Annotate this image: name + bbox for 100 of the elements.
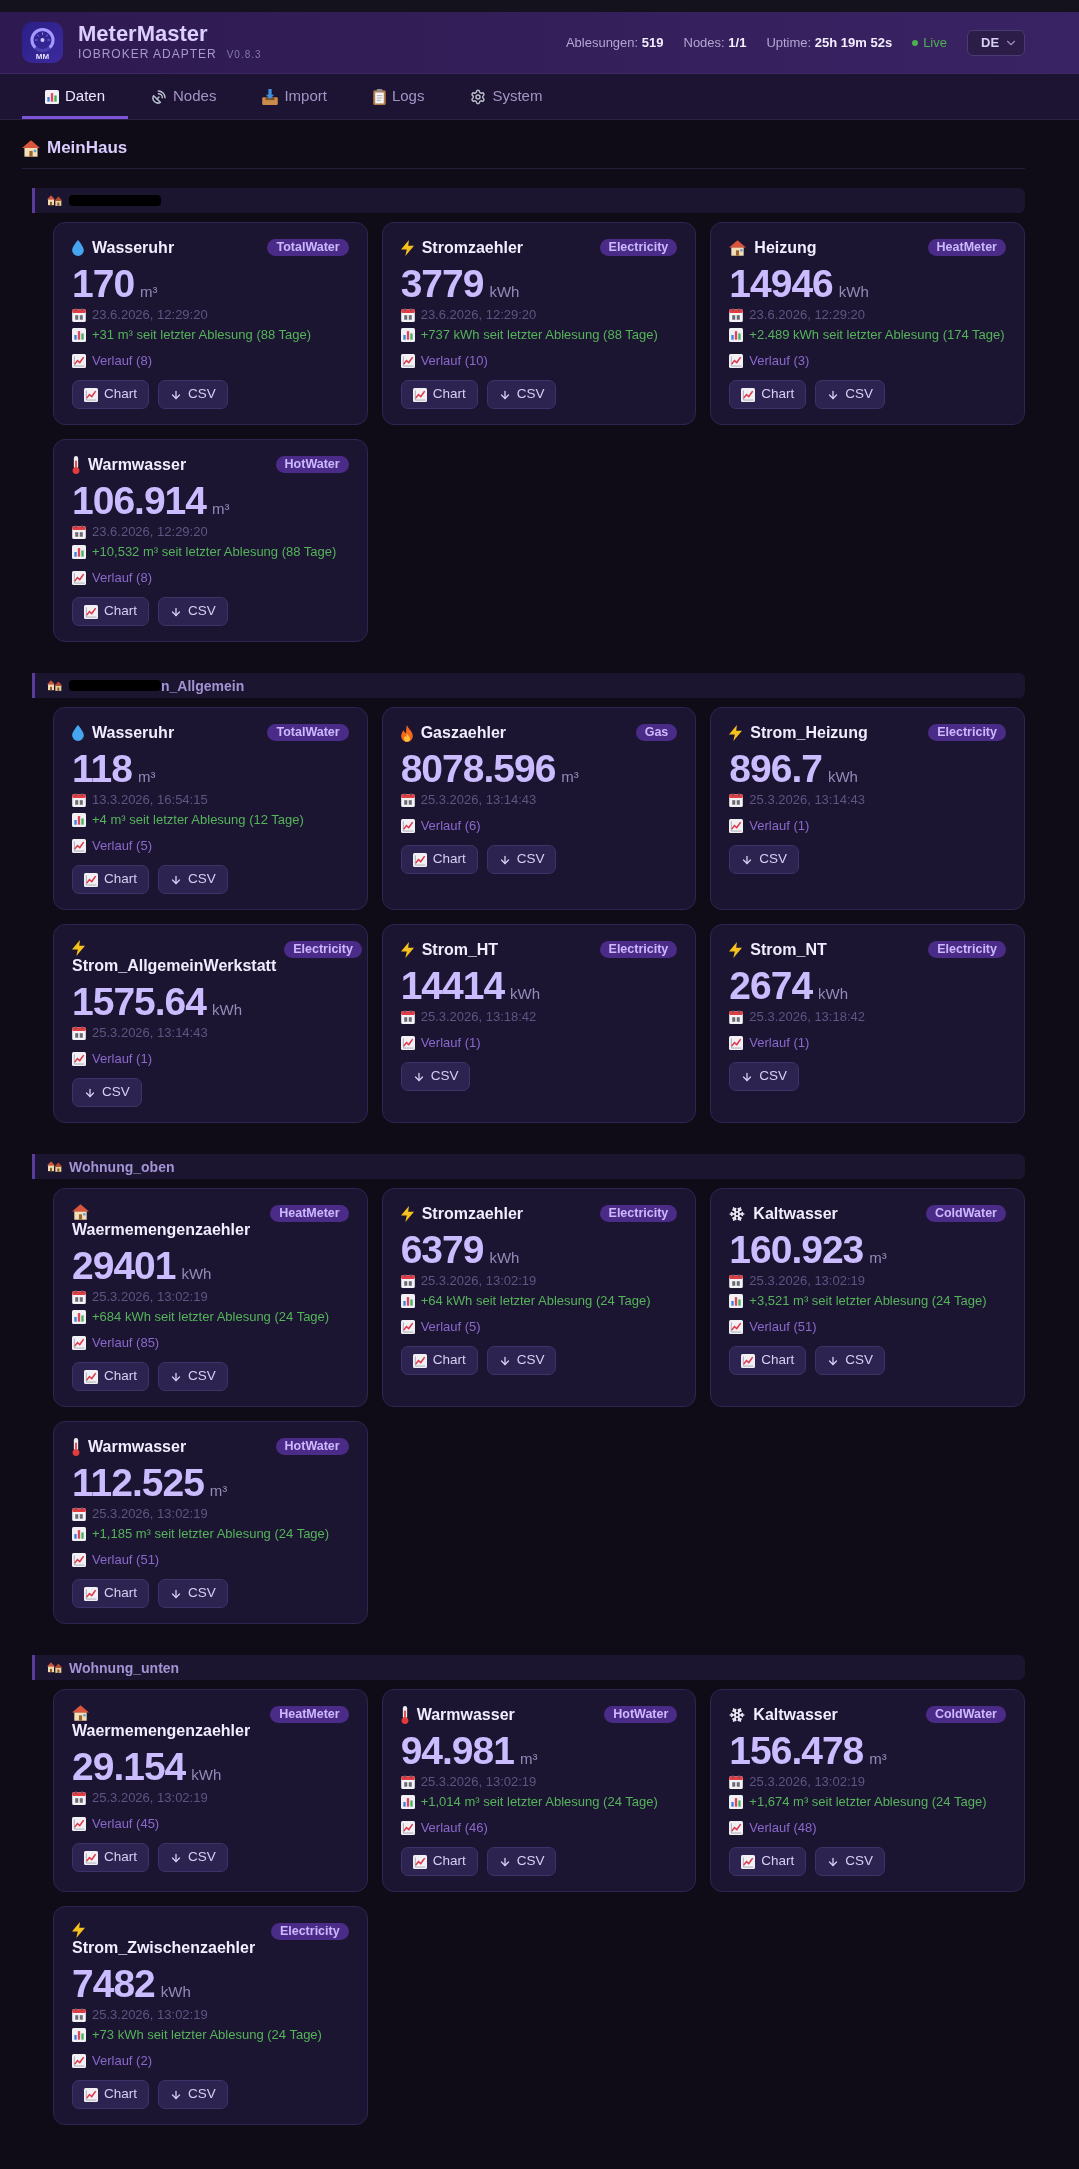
history-link[interactable]: Verlauf (8) (72, 568, 152, 588)
csv-download-button[interactable]: CSV (72, 1078, 142, 1107)
chart-button[interactable]: Chart (729, 1346, 807, 1375)
down-arrow-icon (412, 1070, 425, 1083)
csv-download-button[interactable]: CSV (729, 845, 800, 874)
nav-tab[interactable]: Daten (22, 74, 129, 119)
history-link[interactable]: Verlauf (48) (729, 1818, 817, 1838)
history-link[interactable]: Verlauf (2) (72, 2051, 152, 2071)
csv-download-button[interactable]: CSV (486, 380, 557, 409)
reading-date: 25.3.2026, 13:02:19 (420, 1272, 537, 1291)
down-arrow-icon (170, 2088, 182, 2101)
csv-download-button[interactable]: CSV (158, 865, 228, 894)
history-link[interactable]: Verlauf (3) (729, 351, 810, 371)
app-title: MeterMaster (78, 23, 209, 45)
unit-label: m³ (212, 499, 230, 519)
thermometer-icon (72, 456, 80, 474)
history-link[interactable]: Verlauf (5) (400, 1317, 481, 1337)
history-link[interactable]: Verlauf (85) (72, 1333, 160, 1353)
nav-tab[interactable]: Logs (349, 74, 448, 119)
history-link[interactable]: Verlauf (5) (72, 836, 152, 856)
chart-button[interactable]: Chart (729, 1847, 807, 1876)
history-link[interactable]: Verlauf (51) (729, 1317, 817, 1337)
chart-button[interactable]: Chart (400, 1346, 478, 1375)
reading-date: 25.3.2026, 13:14:43 (749, 791, 865, 810)
csv-download-button[interactable]: CSV (158, 1579, 228, 1608)
down-arrow-icon (170, 1851, 182, 1864)
reading-date: 23.6.2026, 12:29:20 (92, 523, 208, 542)
history-link[interactable]: Verlauf (8) (72, 351, 152, 371)
history-link[interactable]: Verlauf (1) (72, 1049, 152, 1069)
calendar-icon (729, 308, 744, 322)
language-select[interactable]: DE (967, 29, 1025, 56)
page-title: MeinHaus (47, 137, 128, 159)
meter-name: Stromzaehler (421, 1204, 524, 1224)
csv-download-button[interactable]: CSV (400, 1062, 471, 1091)
trend-chart-icon (400, 819, 415, 833)
csv-download-button[interactable]: CSV (815, 380, 886, 409)
csv-download-button[interactable]: CSV (729, 1062, 800, 1091)
houses-icon (47, 1662, 63, 1673)
csv-download-button[interactable]: CSV (158, 1362, 228, 1391)
chart-button[interactable]: Chart (400, 845, 478, 874)
csv-download-button[interactable]: CSV (815, 1346, 886, 1375)
nav-tab[interactable]: Import (239, 74, 350, 119)
trend-chart-icon (72, 1336, 86, 1350)
history-link[interactable]: Verlauf (51) (72, 1550, 160, 1570)
csv-download-button[interactable]: CSV (815, 1847, 886, 1876)
history-link[interactable]: Verlauf (10) (400, 351, 488, 371)
bar-chart-icon (45, 89, 59, 104)
snowflake-icon (729, 1707, 746, 1723)
csv-download-button[interactable]: CSV (486, 845, 557, 874)
chart-button[interactable]: Chart (72, 1843, 149, 1872)
csv-download-button[interactable]: CSV (486, 1346, 557, 1375)
history-link[interactable]: Verlauf (45) (72, 1814, 160, 1834)
chart-button[interactable]: Chart (72, 2080, 149, 2109)
chart-button[interactable]: Chart (729, 380, 807, 409)
consumption-delta: +1,674 m³ seit letzter Ablesung (24 Tage) (749, 1793, 987, 1812)
csv-download-button[interactable]: CSV (158, 2080, 228, 2109)
unit-label: kWh (489, 1248, 520, 1268)
chart-button[interactable]: Chart (72, 1579, 149, 1608)
calendar-icon (72, 1791, 86, 1805)
chart-button[interactable]: Chart (72, 597, 149, 626)
csv-download-button[interactable]: CSV (158, 597, 228, 626)
history-link[interactable]: Verlauf (1) (729, 816, 810, 836)
reading-date: 25.3.2026, 13:02:19 (92, 1288, 208, 1307)
csv-download-button[interactable]: CSV (158, 380, 228, 409)
history-link[interactable]: Verlauf (46) (400, 1818, 488, 1838)
lightning-bolt-icon (729, 725, 743, 741)
trend-chart-icon (729, 1320, 744, 1334)
history-link[interactable]: Verlauf (1) (729, 1033, 810, 1053)
chart-button[interactable]: Chart (400, 380, 478, 409)
meter-name: Strom_HT (421, 940, 499, 960)
csv-download-button[interactable]: CSV (486, 1847, 557, 1876)
chart-button[interactable]: Chart (72, 1362, 149, 1391)
down-arrow-icon (170, 873, 182, 886)
bar-chart-icon (400, 1795, 415, 1809)
houses-icon (47, 680, 63, 691)
trend-chart-icon (400, 354, 415, 368)
nav-tab[interactable]: System (447, 74, 566, 119)
trend-chart-icon (84, 604, 98, 619)
meter-reading: 896.7 (729, 749, 822, 789)
nav-tab[interactable]: Nodes (128, 74, 240, 119)
clipboard-icon (372, 88, 386, 105)
chart-button[interactable]: Chart (72, 380, 149, 409)
meter-name: Waermemengenzaehler (72, 1721, 251, 1741)
calendar-icon (72, 2008, 86, 2022)
unit-label: m³ (869, 1248, 887, 1268)
consumption-delta: +737 kWh seit letzter Ablesung (88 Tage) (420, 326, 658, 345)
reading-date: 25.3.2026, 13:14:43 (420, 791, 537, 810)
type-badge: HotWater (275, 1438, 349, 1455)
chart-button[interactable]: Chart (400, 1847, 478, 1876)
history-link[interactable]: Verlauf (1) (400, 1033, 481, 1053)
trend-chart-icon (72, 839, 86, 853)
gauge-logo-icon (22, 22, 63, 63)
down-arrow-icon (84, 1086, 96, 1099)
chart-button[interactable]: Chart (72, 865, 149, 894)
meter-reading: 8078.596 (400, 749, 556, 789)
trend-chart-icon (741, 1353, 756, 1368)
calendar-icon (72, 1507, 86, 1521)
history-link[interactable]: Verlauf (6) (400, 816, 481, 836)
csv-download-button[interactable]: CSV (158, 1843, 228, 1872)
reading-date: 23.6.2026, 12:29:20 (749, 306, 865, 325)
